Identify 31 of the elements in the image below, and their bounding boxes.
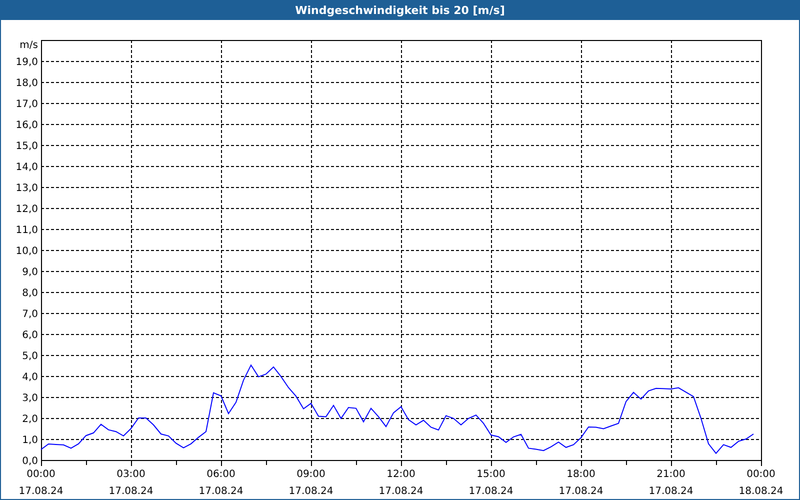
axis-tick-label: 12,0 — [16, 204, 38, 215]
axis-tick-label: 7,0 — [22, 309, 38, 320]
axis-tick-label: 9,0 — [22, 267, 38, 278]
axis-tick-label: 06:00 17.08.24 — [198, 469, 244, 497]
axis-tick-label: 00:00 17.08.24 — [18, 469, 64, 497]
axis-tick-label: 18,0 — [16, 78, 38, 89]
axis-tick-label: 18:00 17.08.24 — [558, 469, 604, 497]
axis-tick-label: 19,0 — [16, 57, 38, 68]
axis-tick-label: 14,0 — [16, 162, 38, 173]
axis-tick-label: 6,0 — [22, 330, 38, 341]
axis-tick-label: 10,0 — [16, 246, 38, 257]
axis-tick-label: 03:00 17.08.24 — [108, 469, 154, 497]
axis-tick-label: 3,0 — [22, 393, 38, 404]
axis-tick-label: 00:00 18.08.24 — [738, 469, 784, 497]
axis-tick-label: 11,0 — [16, 225, 38, 236]
axis-tick-label: 5,0 — [22, 351, 38, 362]
axis-tick-label: 21:00 17.08.24 — [648, 469, 694, 497]
axis-tick-label: 0,0 — [22, 456, 38, 467]
axis-tick-label: 09:00 17.08.24 — [288, 469, 334, 497]
axis-tick-label: 16,0 — [16, 120, 38, 131]
axis-tick-label: 1,0 — [22, 435, 38, 446]
axis-tick-label: 15:00 17.08.24 — [468, 469, 514, 497]
chart-title: Windgeschwindigkeit bis 20 [m/s] — [295, 4, 505, 16]
axis-tick-label: 13,0 — [16, 183, 38, 194]
axis-tick-label: 2,0 — [22, 414, 38, 425]
axis-tick-label: 8,0 — [22, 288, 38, 299]
axis-tick-label: 12:00 17.08.24 — [378, 469, 424, 497]
axis-tick-label: 17,0 — [16, 99, 38, 110]
axis-title: m/s — [20, 40, 38, 51]
axis-tick-label: 4,0 — [22, 372, 38, 383]
axis-tick-label: 15,0 — [16, 141, 38, 152]
